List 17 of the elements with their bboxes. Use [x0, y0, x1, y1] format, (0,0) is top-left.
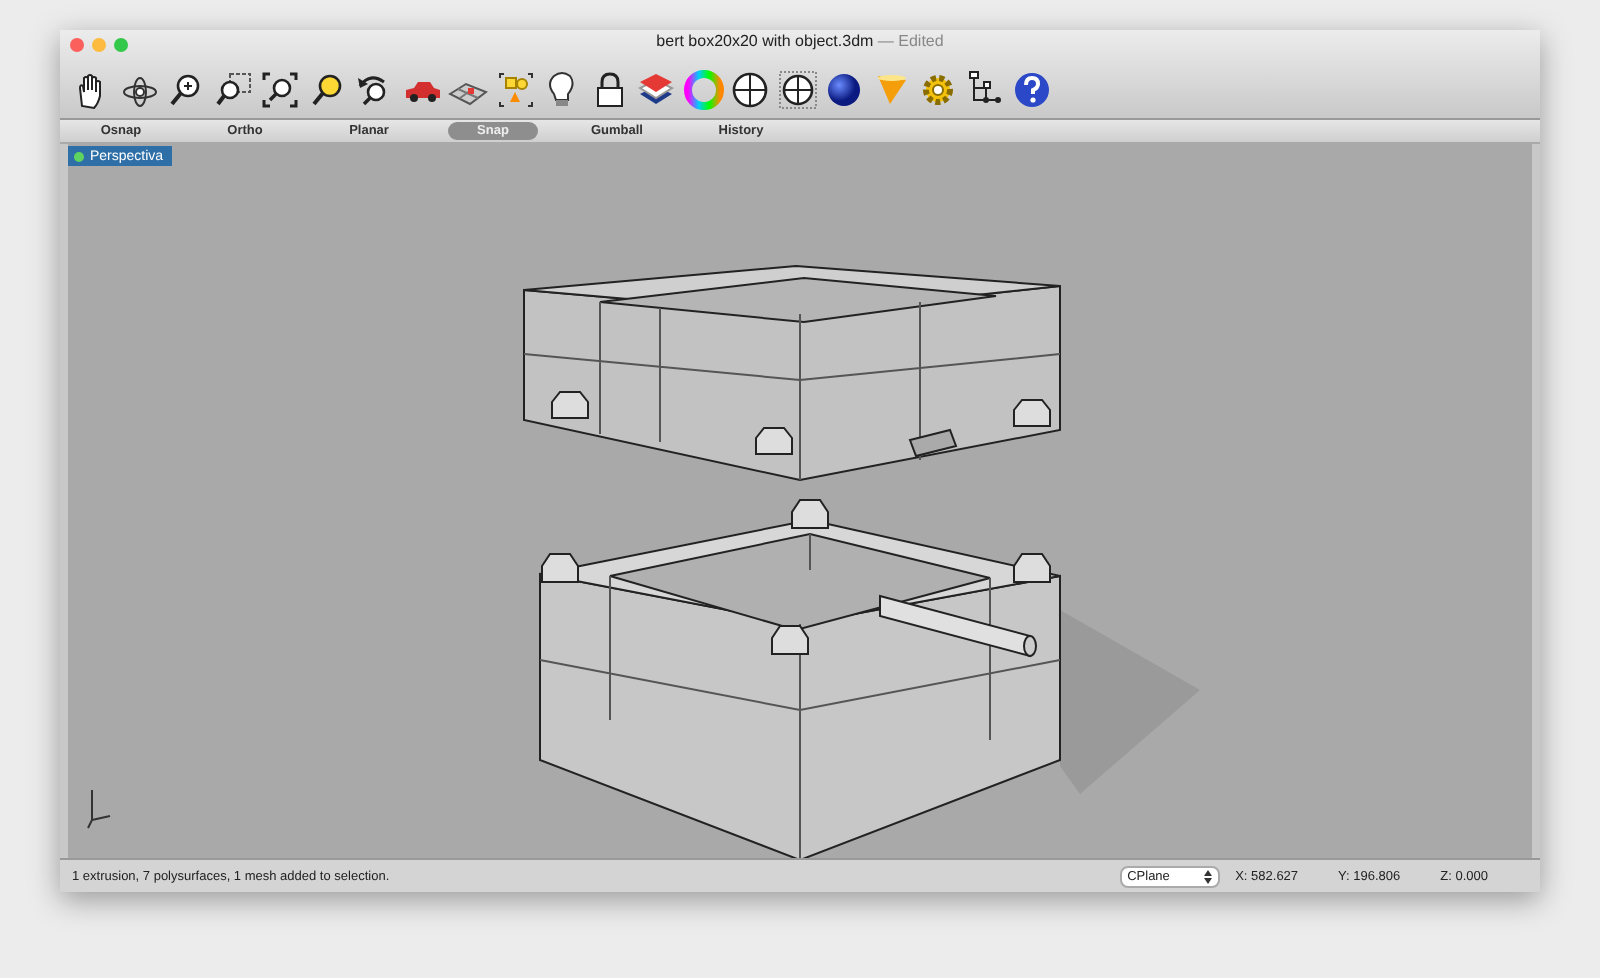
shapes-icon[interactable] [495, 69, 535, 109]
wireframe-sphere-icon[interactable] [730, 69, 770, 109]
layers-icon[interactable] [636, 69, 676, 109]
hierarchy-icon[interactable] [965, 69, 1005, 109]
gridded-sphere-icon[interactable] [777, 69, 817, 109]
status-dot-icon [74, 151, 84, 161]
zoom-extents-icon[interactable] [260, 69, 300, 109]
axis-icon [87, 789, 111, 829]
edited-status: — Edited [877, 32, 944, 50]
sphere-icon[interactable] [824, 69, 864, 109]
zoom-window-icon[interactable] [213, 69, 253, 109]
window-title: bert box20x20 with object.3dm [656, 32, 874, 50]
zoom-selected-icon[interactable] [307, 69, 347, 109]
help-icon[interactable] [1012, 69, 1052, 109]
stepper-icon [1203, 869, 1212, 883]
gear-icon[interactable] [918, 69, 958, 109]
color-wheel-icon[interactable] [683, 69, 723, 109]
